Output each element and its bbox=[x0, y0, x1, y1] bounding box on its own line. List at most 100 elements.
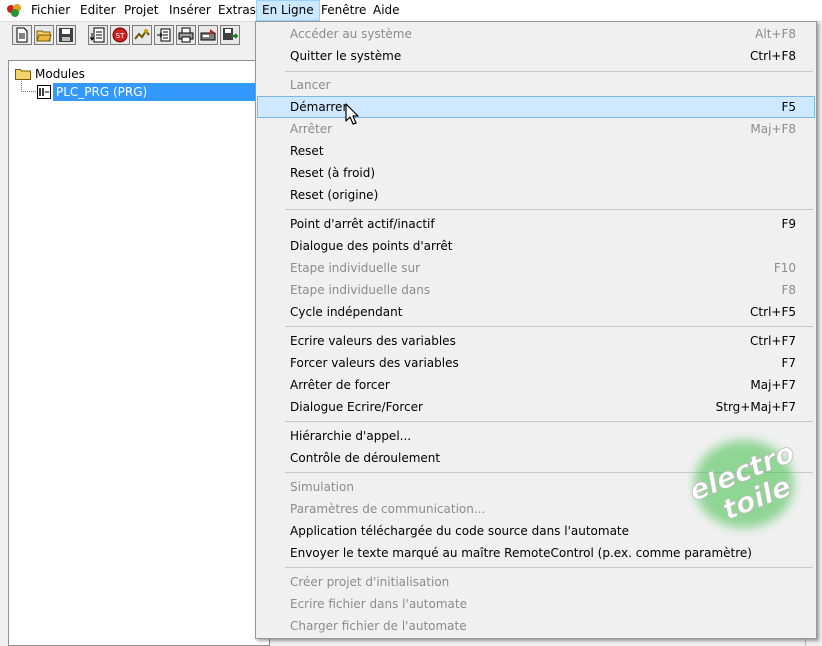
tree-item-plc-prg[interactable]: PLC_PRG (PRG) bbox=[37, 83, 273, 101]
print-button[interactable] bbox=[176, 25, 196, 45]
menu-item-shortcut: F9 bbox=[781, 217, 796, 231]
menu-item-cycle-independant[interactable]: Cycle indépendant Ctrl+F5 bbox=[257, 301, 815, 323]
menu-item-shortcut: Strg+Maj+F7 bbox=[715, 400, 796, 414]
menu-item-shortcut: Alt+F8 bbox=[755, 27, 796, 41]
open-button[interactable] bbox=[34, 25, 54, 45]
menu-item-label: Simulation bbox=[290, 480, 354, 494]
menu-fichier[interactable]: Fichier bbox=[26, 0, 75, 21]
menu-item-label: Ecrire valeurs des variables bbox=[290, 334, 456, 348]
menu-inserer[interactable]: Insérer bbox=[164, 0, 216, 21]
menu-item-label: Dialogue Ecrire/Forcer bbox=[290, 400, 423, 414]
menu-item-forcer-valeurs[interactable]: Forcer valeurs des variables F7 bbox=[257, 352, 815, 374]
open-folder-icon bbox=[36, 30, 52, 42]
menu-item-creer-projet-init[interactable]: Créer projet d'initialisation bbox=[257, 571, 815, 593]
menu-item-shortcut: Maj+F8 bbox=[750, 122, 796, 136]
menu-item-label: Forcer valeurs des variables bbox=[290, 356, 459, 370]
menu-item-shortcut: F7 bbox=[781, 356, 796, 370]
print-icon bbox=[178, 27, 194, 43]
menu-separator bbox=[285, 209, 813, 210]
menu-item-label: Charger fichier de l'automate bbox=[290, 619, 467, 633]
menu-item-label: Quitter le système bbox=[290, 49, 402, 63]
menu-projet[interactable]: Projet bbox=[119, 0, 163, 21]
menu-item-lancer[interactable]: Lancer bbox=[257, 74, 815, 96]
mouse-cursor-icon bbox=[345, 103, 359, 125]
build-button[interactable] bbox=[88, 25, 108, 45]
menu-item-label: Arrêter de forcer bbox=[290, 378, 390, 392]
menu-item-label: Cycle indépendant bbox=[290, 305, 403, 319]
menu-item-label: Accéder au système bbox=[290, 27, 412, 41]
menu-item-shortcut: Ctrl+F5 bbox=[750, 305, 796, 319]
login-icon bbox=[134, 29, 150, 40]
menu-item-ecrire-valeurs[interactable]: Ecrire valeurs des variables Ctrl+F7 bbox=[257, 330, 815, 352]
menu-item-etape-sur[interactable]: Etape individuelle sur F10 bbox=[257, 257, 815, 279]
menu-item-label: Dialogue des points d'arrêt bbox=[290, 239, 453, 253]
menu-item-arreter-forcer[interactable]: Arrêter de forcer Maj+F7 bbox=[257, 374, 815, 396]
menu-item-etape-dans[interactable]: Etape individuelle dans F8 bbox=[257, 279, 815, 301]
menu-item-shortcut: F5 bbox=[781, 100, 796, 114]
menu-separator bbox=[285, 71, 813, 72]
menu-item-envoyer-texte[interactable]: Envoyer le texte marqué au maître Remote… bbox=[257, 542, 815, 564]
folder-icon bbox=[15, 69, 31, 80]
menu-item-shortcut: Maj+F7 bbox=[750, 378, 796, 392]
electrotoile-watermark: electro toile bbox=[688, 435, 800, 528]
watch-button[interactable] bbox=[154, 25, 174, 45]
menu-item-label: Envoyer le texte marqué au maître Remote… bbox=[290, 546, 752, 560]
menu-item-charger-fichier[interactable]: Charger fichier de l'automate bbox=[257, 615, 815, 637]
menu-fenetre[interactable]: Fenêtre bbox=[316, 0, 371, 21]
menu-item-ecrire-fichier[interactable]: Ecrire fichier dans l'automate bbox=[257, 593, 815, 615]
export-button[interactable] bbox=[220, 25, 240, 45]
save-button[interactable] bbox=[56, 25, 76, 45]
compile-icon bbox=[200, 29, 216, 41]
menu-item-label: Hiérarchie d'appel... bbox=[290, 429, 412, 443]
menu-item-label: Reset bbox=[290, 144, 324, 158]
menu-item-label: Etape individuelle sur bbox=[290, 261, 421, 275]
menu-item-label: Créer projet d'initialisation bbox=[290, 575, 450, 589]
tree-connector bbox=[21, 81, 36, 92]
export-icon bbox=[223, 28, 238, 40]
build-icon bbox=[90, 27, 105, 43]
menu-separator bbox=[285, 326, 813, 327]
menu-item-label: Lancer bbox=[290, 78, 331, 92]
menu-item-label: Contrôle de déroulement bbox=[290, 451, 441, 465]
en-ligne-dropdown-menu: Accéder au système Alt+F8 Quitter le syst… bbox=[255, 21, 817, 639]
watch-icon bbox=[157, 28, 171, 42]
save-icon bbox=[59, 28, 73, 42]
program-icon bbox=[37, 85, 51, 99]
menu-item-shortcut: Ctrl+F8 bbox=[750, 49, 796, 63]
compile-button[interactable] bbox=[198, 25, 218, 45]
new-button[interactable] bbox=[12, 25, 32, 45]
app-logo-icon bbox=[7, 4, 21, 17]
menu-item-dialogue-ecrire-forcer[interactable]: Dialogue Ecrire/Forcer Strg+Maj+F7 bbox=[257, 396, 815, 418]
login-button[interactable] bbox=[132, 25, 152, 45]
menu-item-reset-froid[interactable]: Reset (à froid) bbox=[257, 162, 815, 184]
menu-item-shortcut: F8 bbox=[781, 283, 796, 297]
menu-aide[interactable]: Aide bbox=[368, 0, 405, 21]
menu-item-label: Arrêter bbox=[290, 122, 333, 136]
menu-item-label: Point d'arrêt actif/inactif bbox=[290, 217, 435, 231]
menu-item-dialogue-points-arret[interactable]: Dialogue des points d'arrêt bbox=[257, 235, 815, 257]
menu-en-ligne[interactable]: En Ligne bbox=[256, 0, 320, 21]
menu-item-label: Reset (origine) bbox=[290, 188, 379, 202]
menu-item-acceder-systeme[interactable]: Accéder au système Alt+F8 bbox=[257, 23, 815, 45]
menu-item-reset[interactable]: Reset bbox=[257, 140, 815, 162]
menu-separator bbox=[285, 567, 813, 568]
menu-item-arreter[interactable]: Arrêter Maj+F8 bbox=[257, 118, 815, 140]
menu-item-shortcut: Ctrl+F7 bbox=[750, 334, 796, 348]
menu-bar: Fichier Editer Projet Insérer Extras En … bbox=[0, 0, 822, 22]
menu-item-reset-origine[interactable]: Reset (origine) bbox=[257, 184, 815, 206]
menu-item-label: Reset (à froid) bbox=[290, 166, 376, 180]
menu-item-demarrer[interactable]: Démarrer F5 bbox=[257, 96, 815, 118]
module-tree-panel: Modules PLC_PRG (PRG) bbox=[8, 60, 273, 646]
menu-item-point-arret[interactable]: Point d'arrêt actif/inactif F9 bbox=[257, 213, 815, 235]
menu-item-label: Application téléchargée du code source d… bbox=[290, 524, 630, 538]
menu-item-quitter-systeme[interactable]: Quitter le système Ctrl+F8 bbox=[257, 45, 815, 67]
menu-item-label: Démarrer bbox=[290, 100, 348, 114]
menu-editer[interactable]: Editer bbox=[75, 0, 121, 21]
tree-item-label: PLC_PRG (PRG) bbox=[53, 83, 273, 101]
menu-extras[interactable]: Extras bbox=[213, 0, 261, 21]
stop-icon: ST bbox=[112, 27, 128, 43]
stop-button[interactable]: ST bbox=[110, 25, 130, 45]
tree-root-modules[interactable]: Modules bbox=[35, 67, 85, 81]
new-icon bbox=[16, 27, 28, 43]
menu-separator bbox=[285, 421, 813, 422]
